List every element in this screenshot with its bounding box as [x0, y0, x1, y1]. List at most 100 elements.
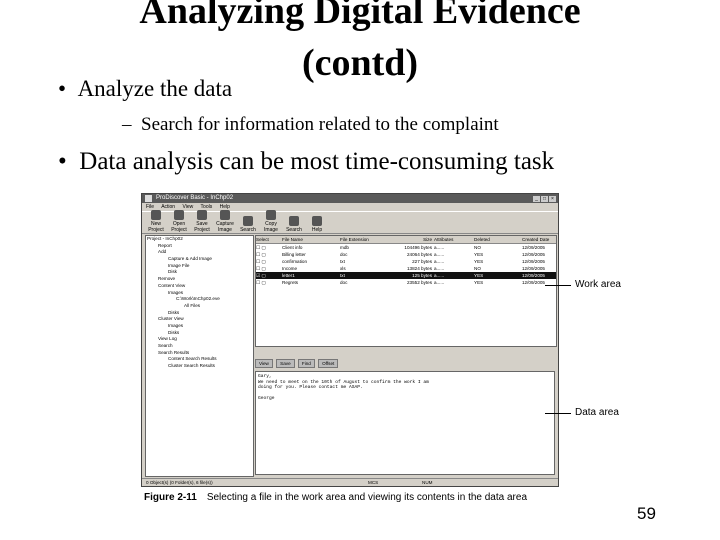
work-area-leader-line [545, 285, 571, 286]
maximize-icon[interactable]: □ [541, 196, 548, 202]
slide-title-line2: (contd) [301, 42, 419, 84]
search-button[interactable]: Search [238, 216, 258, 233]
tree-item[interactable]: Images [146, 290, 253, 297]
cell: a...... [434, 280, 445, 285]
tree-item[interactable]: Image File [146, 263, 253, 270]
column-header[interactable]: Select [256, 236, 282, 243]
open-project-label: Open Project [171, 221, 187, 233]
tree-item[interactable]: Search [146, 343, 253, 350]
search2-button[interactable]: Search [284, 216, 304, 233]
checkbox-icon[interactable]: ☑ ▢ [256, 272, 282, 279]
sub-bullet-search-text: Search for information related to the co… [141, 114, 499, 135]
find-button[interactable]: Find [297, 359, 315, 368]
checkbox-icon[interactable]: ☐ ▢ [256, 279, 282, 286]
cell: 227 bytes [412, 259, 432, 264]
sub-bullet-search: – Search for information related to the … [122, 114, 499, 135]
table-row[interactable]: ☐ ▢ confirmation txt 227 bytes a...... Y… [256, 258, 556, 265]
view-button[interactable]: View [255, 359, 273, 368]
table-row[interactable]: ☐ ▢ Regrets doc 23552 bytes a...... YES … [256, 279, 556, 286]
search-icon [243, 216, 253, 226]
new-project-button[interactable]: New Project [146, 210, 166, 233]
checkbox-icon[interactable]: ☐ ▢ [256, 258, 282, 265]
tree-item[interactable]: Disks [146, 330, 253, 337]
cell: txt [340, 273, 345, 278]
tree-item[interactable]: Project - InChp02 [146, 236, 253, 243]
column-header[interactable]: File Extension [340, 236, 388, 243]
tree-item[interactable]: Disk [146, 269, 253, 276]
status-bar: 0 Object(s) (0 Folder(s), 6 file(s)) MCS… [142, 478, 558, 486]
bullet-analyze: • Analyze the data [58, 76, 233, 101]
binoculars-icon [289, 216, 299, 226]
data-area-callout: Data area [575, 407, 619, 418]
cell: YES [474, 280, 484, 285]
cell: xls [340, 266, 346, 271]
table-row-selected[interactable]: ☑ ▢ letter1 txt 125 bytes a...... YES 12… [256, 272, 556, 279]
close-icon[interactable]: × [549, 196, 556, 202]
tree-item[interactable]: Cluster View [146, 316, 253, 323]
cell: NO [474, 245, 481, 250]
capture-image-button[interactable]: Capture Image [215, 210, 235, 233]
table-row[interactable]: ☐ ▢ Client info mdb 104496 bytes a......… [256, 244, 556, 251]
cell: 104496 bytes [404, 245, 432, 250]
search-label: Search [240, 227, 256, 233]
slide-title-line1: Analyzing Digital Evidence [139, 0, 581, 32]
app-icon [145, 195, 152, 202]
column-header[interactable]: Attributes [434, 236, 474, 243]
data-area-leader-line [545, 413, 571, 414]
capture-image-icon [220, 210, 230, 220]
column-header[interactable]: Size [388, 236, 434, 243]
cell: YES [474, 259, 484, 264]
tree-item[interactable]: Report [146, 243, 253, 250]
figure-caption-text: Selecting a file in the work area and vi… [206, 492, 528, 503]
column-header[interactable]: File Name [282, 236, 340, 243]
capture-image-label: Capture Image [216, 221, 234, 233]
tree-item[interactable]: C:\Work\InChp02.eve [146, 296, 253, 303]
minimize-icon[interactable]: _ [533, 196, 540, 202]
table-row[interactable]: ☐ ▢ Income xls 13824 bytes a...... NO 12… [256, 265, 556, 272]
cell: NO [474, 266, 481, 271]
data-area-text: Gary, We need to meet on the 10th of Aug… [255, 371, 555, 475]
cell: doc [340, 252, 348, 257]
checkbox-icon[interactable]: ☐ ▢ [256, 251, 282, 258]
copy-image-button[interactable]: Copy Image [261, 210, 281, 233]
cell: 12/09/2005 [522, 273, 545, 278]
cell: doc [340, 280, 348, 285]
cell: 23552 bytes [406, 280, 432, 285]
bullet-analyze-text: Analyze the data [77, 76, 233, 101]
cell: 12/09/2005 [522, 245, 545, 250]
new-project-label: New Project [148, 221, 164, 233]
cell: a...... [434, 259, 445, 264]
save-project-icon [197, 210, 207, 220]
column-header[interactable]: Created Date [522, 236, 552, 243]
tree-item[interactable]: Content View [146, 283, 253, 290]
data-line: George [258, 396, 275, 401]
tree-item[interactable]: Search Results [146, 350, 253, 357]
tree-item[interactable]: Images [146, 323, 253, 330]
cell: 12/09/2005 [522, 259, 545, 264]
tree-item[interactable]: Capture & Add Image [146, 256, 253, 263]
tree-item[interactable]: View Log [146, 336, 253, 343]
page-number: 59 [637, 504, 656, 523]
tree-item[interactable]: All Files [146, 303, 253, 310]
tree-item[interactable]: Disks [146, 310, 253, 317]
help-icon [312, 216, 322, 226]
tree-item[interactable]: Content Search Results [146, 356, 253, 363]
tree-item[interactable]: Cluster Search Results [146, 363, 253, 370]
grid-header: Select File Name File Extension Size Att… [256, 236, 556, 244]
help-button[interactable]: Help [307, 216, 327, 233]
bullet-data-analysis-text: Data analysis can be most time-consuming… [79, 148, 555, 175]
offset-button[interactable]: Offset [318, 359, 339, 368]
open-project-button[interactable]: Open Project [169, 210, 189, 233]
new-project-icon [151, 210, 161, 220]
column-header[interactable]: Deleted [474, 236, 522, 243]
tree-item[interactable]: Add [146, 249, 253, 256]
cell: 12/09/2005 [522, 266, 545, 271]
app-titlebar: ProDiscover Basic - InChp02 _ □ × [142, 194, 558, 203]
checkbox-icon[interactable]: ☐ ▢ [256, 244, 282, 251]
save-button[interactable]: Save [276, 359, 295, 368]
search2-label: Search [286, 227, 302, 233]
table-row[interactable]: ☐ ▢ Billing letter doc 24064 bytes a....… [256, 251, 556, 258]
checkbox-icon[interactable]: ☐ ▢ [256, 265, 282, 272]
tree-item[interactable]: Remove [146, 276, 253, 283]
save-project-button[interactable]: Save Project [192, 210, 212, 233]
